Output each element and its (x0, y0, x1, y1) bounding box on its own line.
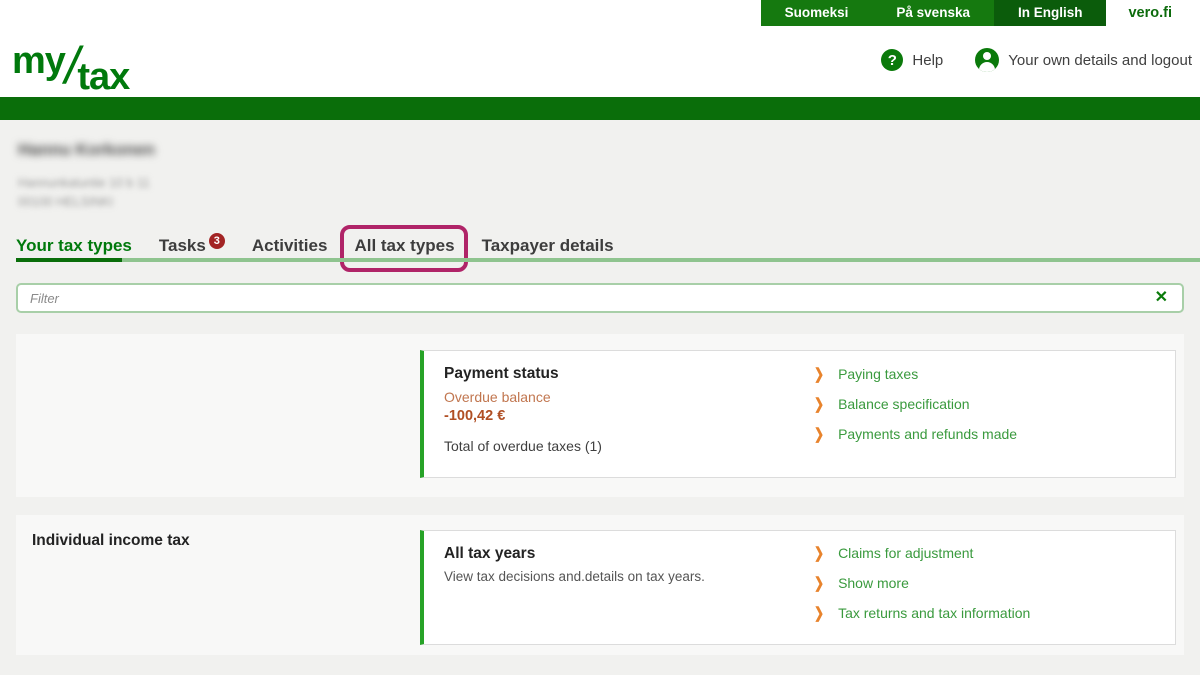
tab-bar: Your tax types Tasks 3 Activities All tax… (16, 225, 614, 272)
payment-status-title: Payment status (444, 365, 559, 382)
all-tax-years-title: All tax years (444, 545, 536, 562)
payments-refunds-link[interactable]: ❯ Payments and refunds made (814, 425, 1018, 443)
logo-text-tax: tax (77, 56, 130, 98)
green-divider-band (0, 97, 1200, 120)
account-label: Your own details and logout (1008, 51, 1192, 69)
header-links: ? Help Your own details and logout (881, 48, 1192, 72)
chevron-right-icon: ❯ (814, 425, 825, 443)
help-link[interactable]: ? Help (881, 49, 943, 71)
language-in-english[interactable]: In English (993, 0, 1107, 26)
account-logout-link[interactable]: Your own details and logout (975, 48, 1192, 72)
link-label: Show more (838, 575, 909, 591)
link-label: Tax returns and tax information (838, 605, 1031, 621)
active-tab-underline (16, 258, 122, 262)
show-more-link[interactable]: ❯ Show more (814, 574, 909, 592)
tab-tasks-label: Tasks (158, 236, 206, 255)
help-label: Help (912, 51, 944, 69)
individual-income-tax-section: Individual income tax All tax years View… (16, 515, 1184, 655)
chevron-right-icon: ❯ (814, 544, 825, 562)
link-label: Paying taxes (838, 366, 919, 382)
help-icon: ? (881, 49, 904, 71)
mytax-page: Suomeksi På svenska In English vero.fi m… (0, 0, 1200, 675)
chevron-right-icon: ❯ (814, 604, 825, 622)
tab-taxpayer-details[interactable]: Taxpayer details (482, 233, 614, 258)
link-label: Balance specification (838, 396, 970, 412)
language-suomeksi[interactable]: Suomeksi (761, 0, 873, 26)
filter-input[interactable] (18, 290, 1141, 306)
language-switcher: Suomeksi På svenska In English (760, 0, 1107, 26)
top-language-bar: Suomeksi På svenska In English vero.fi (760, 0, 1200, 26)
language-pa-svenska[interactable]: På svenska (872, 0, 994, 26)
paying-taxes-link[interactable]: ❯ Paying taxes (814, 365, 919, 383)
all-tax-years-description: View tax decisions and.details on tax ye… (444, 569, 705, 584)
individual-income-tax-label: Individual income tax (32, 532, 190, 549)
tab-your-tax-types[interactable]: Your tax types (16, 233, 132, 258)
vero-fi-link[interactable]: vero.fi (1106, 0, 1200, 26)
payment-status-card: Payment status Overdue balance -100,42 €… (420, 350, 1176, 478)
mytax-logo[interactable]: my/tax (12, 26, 130, 98)
logo-text-my: my (12, 40, 66, 82)
tab-all-tax-types[interactable]: All tax types (340, 225, 468, 272)
user-name-redacted: Hannu Korkonen (18, 140, 155, 159)
chevron-right-icon: ❯ (814, 365, 825, 383)
tab-activities[interactable]: Activities (252, 233, 328, 258)
chevron-right-icon: ❯ (814, 574, 825, 592)
link-label: Claims for adjustment (838, 545, 974, 561)
link-label: Payments and refunds made (838, 426, 1018, 442)
claims-for-adjustment-link[interactable]: ❯ Claims for adjustment (814, 544, 974, 562)
tab-all-tax-types-label: All tax types (354, 236, 455, 255)
all-tax-years-card: All tax years View tax decisions and.det… (420, 530, 1176, 645)
filter-field: ✕ (16, 283, 1184, 313)
tasks-count-badge: 3 (208, 233, 225, 250)
user-address-redacted: Hannunkatuntie 10 b 11 (18, 176, 150, 190)
user-postal-redacted: 00100 HELSINKI (18, 195, 114, 209)
overdue-taxes-note: Total of overdue taxes (1) (444, 438, 602, 454)
person-icon (975, 48, 1000, 72)
tab-tasks[interactable]: Tasks 3 (159, 233, 225, 258)
payment-status-section: Payment status Overdue balance -100,42 €… (16, 334, 1184, 497)
chevron-right-icon: ❯ (814, 395, 825, 413)
clear-filter-icon[interactable]: ✕ (1141, 285, 1182, 311)
tabs-underline (16, 258, 1200, 262)
overdue-amount: -100,42 € (444, 408, 506, 424)
balance-specification-link[interactable]: ❯ Balance specification (814, 395, 970, 413)
tax-returns-information-link[interactable]: ❯ Tax returns and tax information (814, 604, 1031, 622)
overdue-balance-label: Overdue balance (444, 389, 551, 405)
